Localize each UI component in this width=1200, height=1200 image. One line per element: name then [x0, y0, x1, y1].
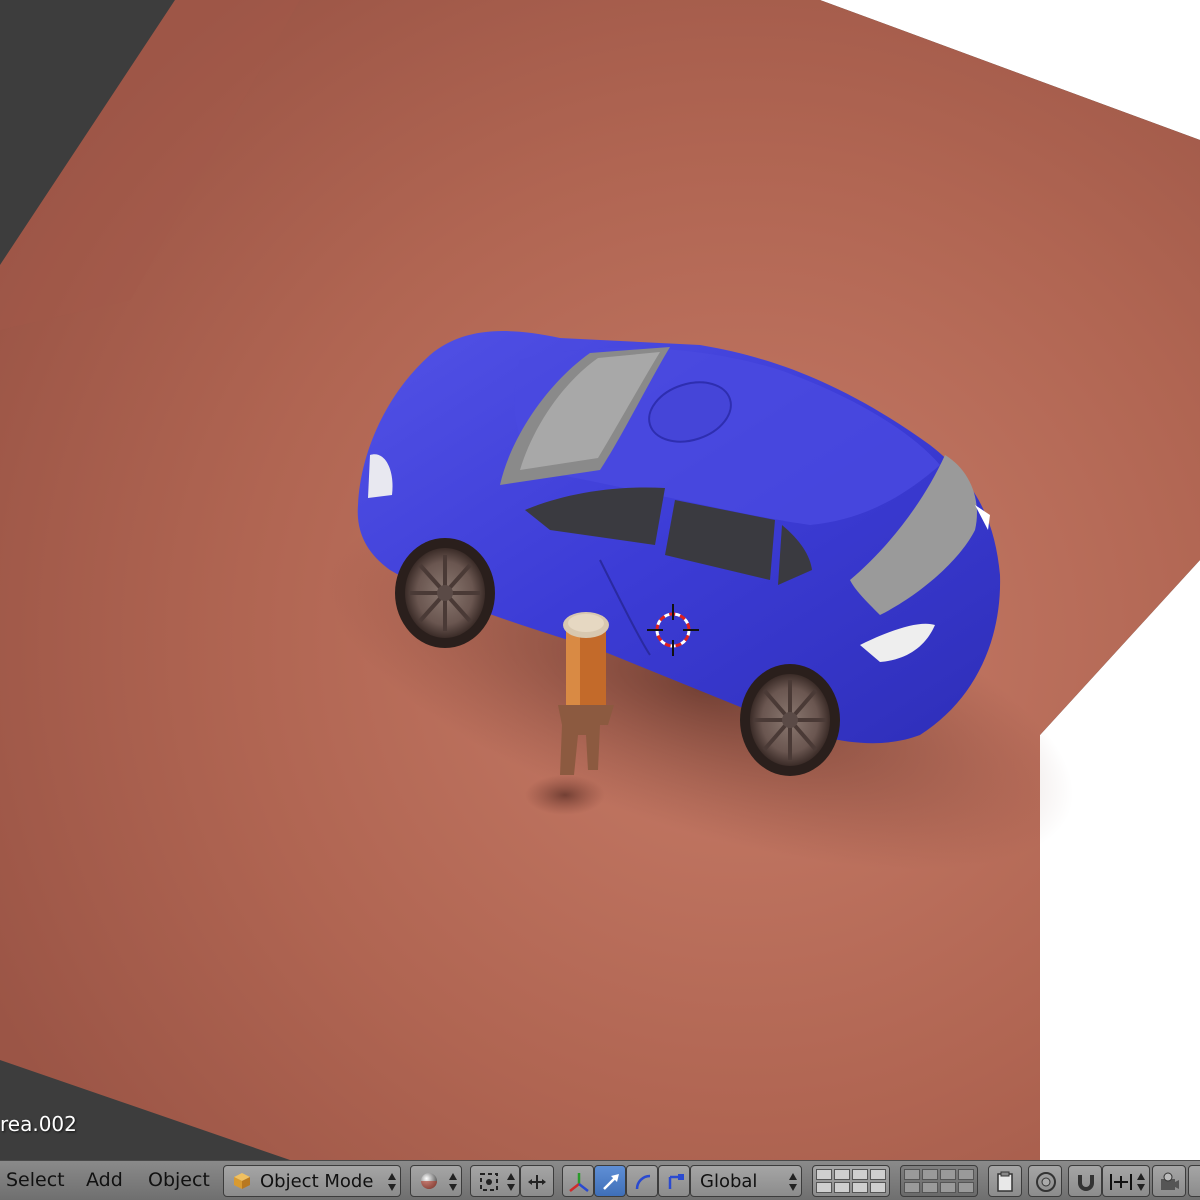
layer-button[interactable] — [852, 1169, 868, 1180]
layer-button[interactable] — [816, 1169, 832, 1180]
pivot-point-icon — [480, 1173, 498, 1191]
manipulator-axis-toggle[interactable] — [562, 1165, 594, 1197]
viewport-scene — [0, 0, 1200, 1160]
translate-arrow-icon — [603, 1174, 619, 1190]
object-menu[interactable]: Object — [148, 1169, 210, 1191]
updown-arrows-icon — [789, 1173, 797, 1191]
cube-icon — [234, 1173, 250, 1189]
updown-arrows-icon — [449, 1173, 457, 1191]
add-menu[interactable]: Add — [86, 1169, 123, 1191]
layer-button[interactable] — [922, 1169, 938, 1180]
transform-orientation-selector[interactable]: Global — [690, 1165, 802, 1197]
snap-element-icon — [1110, 1174, 1132, 1190]
scale-arrow-icon — [668, 1174, 684, 1189]
front-wheel — [395, 538, 495, 648]
rear-wheel — [740, 664, 840, 776]
snap-element-selector[interactable] — [1102, 1165, 1150, 1197]
layer-button[interactable] — [870, 1169, 886, 1180]
snap-toggle[interactable] — [1068, 1165, 1102, 1197]
select-menu[interactable]: Select — [6, 1169, 65, 1191]
render-camera-icon — [1161, 1172, 1179, 1190]
scale-toggle[interactable] — [658, 1165, 690, 1197]
layer-button[interactable] — [940, 1169, 956, 1180]
layers-grid-a[interactable] — [812, 1165, 890, 1197]
updown-arrows-icon — [507, 1173, 515, 1191]
layer-button[interactable] — [922, 1182, 938, 1193]
layer-button[interactable] — [852, 1182, 868, 1193]
render-button[interactable] — [1152, 1165, 1186, 1197]
layer-button[interactable] — [958, 1169, 974, 1180]
layer-button[interactable] — [834, 1169, 850, 1180]
mode-selector-label: Object Mode — [260, 1171, 374, 1192]
sphere-shading-icon — [421, 1173, 437, 1189]
manipulator-arrows-icon — [528, 1175, 546, 1189]
layers-grid-b[interactable] — [900, 1165, 978, 1197]
manipulator-toggle[interactable] — [520, 1165, 554, 1197]
translate-toggle[interactable] — [594, 1165, 626, 1197]
updown-arrows-icon — [1137, 1173, 1145, 1191]
rotate-arc-icon — [635, 1174, 651, 1190]
layer-button[interactable] — [958, 1182, 974, 1193]
active-object-label: rea.002 — [0, 1112, 77, 1136]
transform-orientation-label: Global — [700, 1171, 758, 1192]
layer-button[interactable] — [904, 1182, 920, 1193]
lock-layers-button[interactable] — [988, 1165, 1022, 1197]
snap-magnet-icon — [1078, 1175, 1094, 1191]
updown-arrows-icon — [388, 1173, 396, 1191]
viewport-shading-selector[interactable] — [410, 1165, 462, 1197]
rotate-toggle[interactable] — [626, 1165, 658, 1197]
manipulator-axis-icon — [569, 1173, 589, 1192]
viewport-header: Select Add Object Object Mode Global — [0, 1160, 1200, 1200]
proportional-edit-icon — [1036, 1172, 1056, 1192]
layer-button[interactable] — [834, 1182, 850, 1193]
mode-selector[interactable]: Object Mode — [223, 1165, 401, 1197]
layer-button[interactable] — [940, 1182, 956, 1193]
proportional-edit-button[interactable] — [1028, 1165, 1062, 1197]
layer-button[interactable] — [904, 1169, 920, 1180]
layer-button[interactable] — [870, 1182, 886, 1193]
layer-button[interactable] — [816, 1182, 832, 1193]
3d-viewport[interactable]: rea.002 — [0, 0, 1200, 1160]
post-shadow — [525, 775, 605, 815]
pivot-point-selector[interactable] — [470, 1165, 520, 1197]
header-overflow[interactable] — [1188, 1165, 1200, 1197]
clipboard-icon — [997, 1171, 1013, 1192]
